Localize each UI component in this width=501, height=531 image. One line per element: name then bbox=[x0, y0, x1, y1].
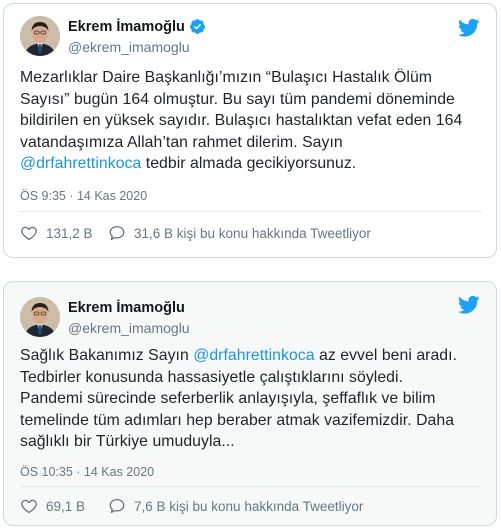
avatar[interactable] bbox=[20, 297, 60, 337]
tweet-text-segment: az evvel beni aradı. bbox=[314, 347, 458, 364]
tweet-text-segment: temelinde tüm adımları hep beraber atmak… bbox=[20, 411, 455, 429]
tweet-text-segment: vatandaşımıza Allah’tan rahmet dilerim. … bbox=[20, 133, 343, 151]
tweet-timestamp[interactable]: ÖS 10:35 · 14 Kas 2020 bbox=[20, 465, 154, 479]
tweet-text-segment: Tedbirler konusunda hassasiyetle çalıştı… bbox=[20, 368, 403, 386]
heart-icon bbox=[21, 226, 37, 241]
author-name[interactable]: Ekrem İmamoğlu bbox=[68, 300, 185, 316]
mention-link[interactable]: @drfahrettinkoca bbox=[193, 347, 314, 364]
twitter-bird-icon[interactable] bbox=[458, 18, 480, 38]
like-button[interactable]: 69,1 B bbox=[20, 497, 108, 515]
speech-bubble-icon bbox=[109, 498, 125, 514]
tweet-text-segment: Sayısı” bugün 164 olmuştur. Bu sayı tüm … bbox=[20, 90, 455, 108]
tweet-timestamp[interactable]: ÖS 9:35 · 14 Kas 2020 bbox=[20, 189, 147, 203]
tweet-text-line: sağlıklı bir Türkiye umuduyla... bbox=[20, 431, 482, 453]
tweet-card[interactable]: Ekrem İmamoğlu @ekrem_imamoglu Mezarlıkl… bbox=[3, 3, 497, 258]
tweet-text-line: vatandaşımıza Allah’tan rahmet dilerim. … bbox=[20, 132, 482, 154]
author-name[interactable]: Ekrem İmamoğlu bbox=[68, 19, 185, 35]
tweet-text-segment: bildirilen en yüksek sayıdır. Bulaşıcı h… bbox=[20, 112, 463, 129]
heart-icon bbox=[21, 499, 37, 514]
divider bbox=[20, 486, 482, 487]
tweet-text: Sağlık Bakanımız Sayın @drfahrettinkoca … bbox=[20, 345, 482, 453]
tweet-actions: 131,2 B 31,6 B kişi bu konu hakkında Twe… bbox=[20, 224, 371, 242]
like-count: 131,2 B bbox=[46, 225, 93, 241]
tweet-text-segment: tedbir almada gecikiyorsunuz. bbox=[141, 155, 357, 172]
tweet-text-line: Mezarlıklar Daire Başkanlığı’mızın “Bula… bbox=[20, 67, 482, 89]
tweet-text-segment: Sağlık Bakanımız Sayın bbox=[20, 347, 194, 364]
mention-link[interactable]: @drfahrettinkoca bbox=[20, 155, 141, 172]
tweet-text-line: Sağlık Bakanımız Sayın @drfahrettinkoca … bbox=[20, 345, 482, 367]
discussion-link[interactable]: 31,6 B kişi bu konu hakkında Tweetliyor bbox=[108, 224, 371, 242]
like-button[interactable]: 131,2 B bbox=[20, 224, 108, 242]
tweet-text-segment: Pandemi sürecinde seferberlik anlayışıyl… bbox=[20, 390, 436, 407]
tweet-text-line: bildirilen en yüksek sayıdır. Bulaşıcı h… bbox=[20, 110, 482, 132]
discussion-text: 7,6 B kişi bu konu hakkında Tweetliyor bbox=[134, 498, 364, 514]
tweet-actions: 69,1 B 7,6 B kişi bu konu hakkında Tweet… bbox=[20, 497, 363, 515]
tweet-text-segment: Mezarlıklar Daire Başkanlığı’mızın “Bula… bbox=[20, 69, 432, 86]
divider bbox=[20, 211, 482, 212]
tweet-text-line: temelinde tüm adımları hep beraber atmak… bbox=[20, 410, 482, 432]
tweet-text-line: Sayısı” bugün 164 olmuştur. Bu sayı tüm … bbox=[20, 89, 482, 111]
discussion-link[interactable]: 7,6 B kişi bu konu hakkında Tweetliyor bbox=[108, 497, 363, 515]
avatar[interactable] bbox=[20, 16, 60, 56]
like-count: 69,1 B bbox=[46, 498, 86, 514]
tweet-card[interactable]: Ekrem İmamoğlu @ekrem_imamoglu Sağlık Ba… bbox=[3, 281, 497, 526]
tweet-text-segment: sağlıklı bir Türkiye umuduyla... bbox=[20, 433, 235, 450]
tweet-text-line: @drfahrettinkoca tedbir almada gecikiyor… bbox=[20, 153, 482, 175]
verified-badge-icon bbox=[189, 19, 205, 34]
twitter-bird-icon[interactable] bbox=[458, 295, 480, 315]
tweet-text-line: Tedbirler konusunda hassasiyetle çalıştı… bbox=[20, 367, 482, 389]
speech-bubble-icon bbox=[109, 225, 125, 241]
tweet-text: Mezarlıklar Daire Başkanlığı’mızın “Bula… bbox=[20, 67, 482, 175]
author-handle[interactable]: @ekrem_imamoglu bbox=[68, 39, 206, 55]
discussion-text: 31,6 B kişi bu konu hakkında Tweetliyor bbox=[134, 225, 371, 241]
tweet-text-line: Pandemi sürecinde seferberlik anlayışıyl… bbox=[20, 388, 482, 410]
author-handle[interactable]: @ekrem_imamoglu bbox=[68, 320, 190, 336]
